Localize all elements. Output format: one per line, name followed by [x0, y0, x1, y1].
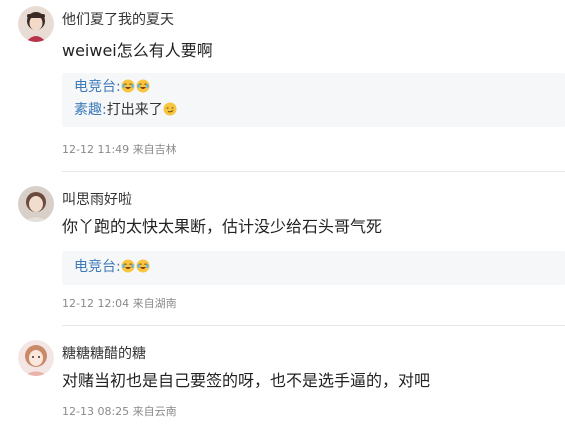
avatar[interactable]	[18, 186, 54, 222]
reply-item: 素趣:打出来了	[74, 100, 178, 120]
avatar[interactable]	[18, 6, 54, 42]
comment-meta: 12-12 11:49 来自吉林	[62, 143, 177, 156]
reply-box: 电竞台: 素趣:打出来了	[62, 73, 565, 127]
reply-box: 电竞台:	[62, 251, 565, 285]
smirk-emoji-icon	[163, 102, 177, 116]
reply-text: 打出来了	[106, 102, 163, 118]
laugh-cry-emoji-icon	[121, 259, 135, 273]
reply-item: 电竞台:	[74, 77, 151, 97]
reply-author[interactable]: 电竞台:	[74, 259, 121, 275]
laugh-cry-emoji-icon	[121, 79, 135, 93]
comment-meta: 12-12 12:04 来自湖南	[62, 297, 177, 310]
reply-item: 电竞台:	[74, 257, 151, 277]
divider	[62, 171, 565, 172]
laugh-cry-emoji-icon	[136, 259, 150, 273]
laugh-cry-emoji-icon	[136, 79, 150, 93]
avatar[interactable]	[18, 340, 54, 376]
reply-author[interactable]: 电竞台:	[74, 79, 121, 95]
comment-text: 你丫跑的太快太果断，估计没少给石头哥气死	[62, 217, 383, 236]
comment-text: weiwei怎么有人要啊	[62, 41, 213, 60]
username[interactable]: 糖糖糖醋的糖	[62, 345, 146, 363]
reply-author[interactable]: 素趣:	[74, 102, 107, 118]
comment-meta: 12-13 08:25 来自云南	[62, 405, 177, 418]
comment-item: 他们夏了我的夏天 weiwei怎么有人要啊 电竞台: 素趣:打出来了 12-12…	[0, 0, 565, 178]
divider	[62, 325, 565, 326]
username[interactable]: 他们夏了我的夏天	[62, 11, 174, 29]
username[interactable]: 叫思雨好啦	[62, 191, 132, 209]
comment-text: 对赌当初也是自己要签的呀，也不是选手逼的，对吧	[62, 371, 431, 390]
